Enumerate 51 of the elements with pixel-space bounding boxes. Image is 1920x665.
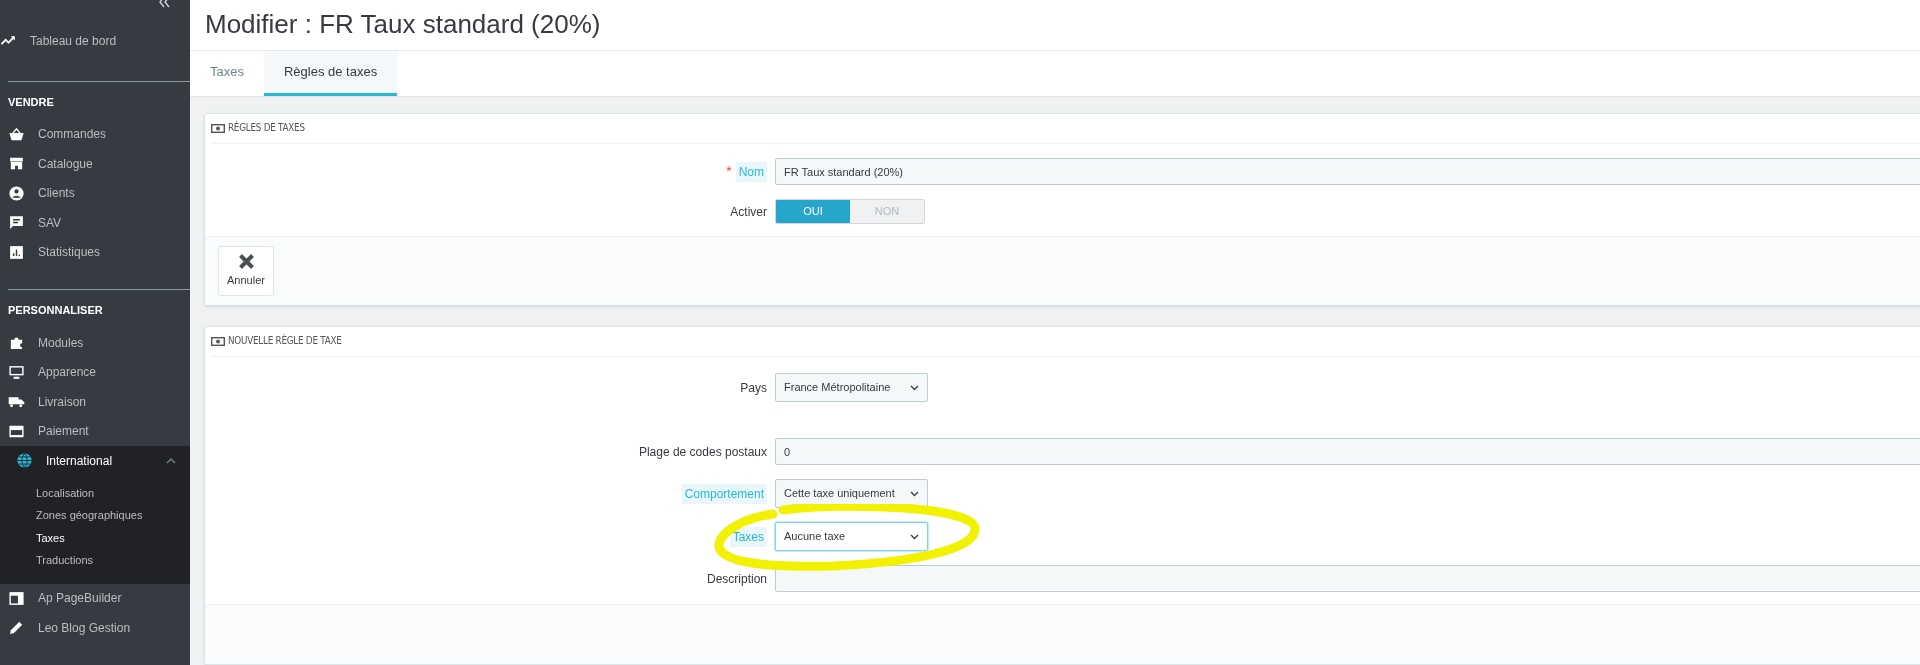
nav-item[interactable]: Statistiques xyxy=(8,237,190,267)
field-label: Comportement xyxy=(681,483,767,504)
nav-item[interactable]: Paiement xyxy=(8,416,190,446)
money-icon xyxy=(211,337,225,346)
close-icon xyxy=(237,253,255,271)
panel-title: NOUVELLE RÈGLE DE TAXE xyxy=(228,333,342,350)
select-field[interactable]: France Métropolitaine xyxy=(775,373,928,402)
panel-title: RÈGLES DE TAXES xyxy=(228,120,305,137)
chart-icon xyxy=(8,243,25,261)
nav-item[interactable]: Leo Blog Gestion xyxy=(8,613,190,643)
section-heading: VENDRE xyxy=(8,94,55,110)
field-label: Activer xyxy=(730,203,767,221)
tab[interactable]: Taxes xyxy=(190,50,264,96)
field-label: Nom xyxy=(735,161,767,182)
submenu-item[interactable]: Localisation xyxy=(36,481,190,504)
nav-item[interactable]: Modules xyxy=(8,328,190,358)
pencil-icon xyxy=(8,619,25,637)
chevron-down-icon xyxy=(910,533,919,540)
nav-item[interactable]: Clients xyxy=(8,178,190,208)
text-field[interactable]: FR Taux standard (20%) xyxy=(775,158,1920,185)
money-icon xyxy=(211,124,225,133)
nav-item[interactable]: Commandes xyxy=(8,119,190,149)
nav-item[interactable]: SAV xyxy=(8,208,190,238)
submenu-item[interactable]: Traductions xyxy=(36,549,190,572)
monitor-icon xyxy=(8,363,25,381)
required-mark: * xyxy=(726,162,732,181)
nav-item[interactable]: Ap PageBuilder xyxy=(8,583,190,613)
basket-icon xyxy=(8,125,25,143)
field-label: Pays xyxy=(740,379,767,397)
submenu-item[interactable]: Taxes xyxy=(36,526,190,549)
text-field[interactable]: 0 xyxy=(775,438,1920,465)
nav-item[interactable]: Apparence xyxy=(8,357,190,387)
field-label: Description xyxy=(706,570,767,588)
nav-item[interactable]: Livraison xyxy=(8,387,190,417)
cancel-button[interactable]: Annuler xyxy=(218,246,274,296)
nav-item[interactable]: Tableau de bord xyxy=(0,26,190,56)
window-icon xyxy=(8,589,25,607)
text-field[interactable] xyxy=(775,565,1920,592)
page-title: Modifier : FR Taux standard (20%) xyxy=(205,8,601,42)
tab[interactable]: Règles de taxes xyxy=(263,50,398,96)
submenu-item[interactable]: Zones géographiques xyxy=(36,504,190,527)
chevron-down-icon xyxy=(910,384,919,391)
section-heading: PERSONNALISER xyxy=(8,303,104,318)
globe-icon xyxy=(16,452,33,470)
chevron-down-icon xyxy=(910,490,919,497)
nav-item[interactable]: Catalogue xyxy=(8,149,190,179)
field-label: Plage de codes postaux xyxy=(638,443,767,461)
chevron-up-icon xyxy=(166,457,176,465)
user-icon xyxy=(8,184,25,202)
select-field[interactable]: Aucune taxe xyxy=(775,522,928,551)
nav-item[interactable]: International xyxy=(0,446,190,476)
